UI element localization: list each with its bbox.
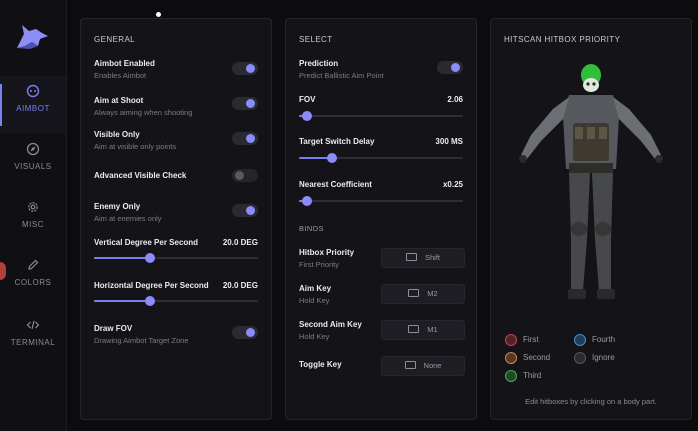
slider-thumb[interactable]	[144, 253, 155, 263]
panel-title: GENERAL	[94, 35, 136, 44]
target-switch-delay-row: Target Switch Delay 300 MS	[299, 137, 463, 163]
select-panel: SELECT Prediction Predict Ballistic Aim …	[285, 18, 477, 420]
nearest-coefficient-slider[interactable]	[299, 196, 463, 206]
panel-title: HITSCAN HITBOX PRIORITY	[504, 35, 621, 44]
target-switch-delay-slider[interactable]	[299, 153, 463, 163]
nav-item-visuals[interactable]: VISUALS	[0, 134, 66, 192]
vertical-degree-row: Vertical Degree Per Second 20.0 DEG	[94, 238, 258, 263]
second-aim-key-button[interactable]: M1	[381, 320, 465, 340]
nav-label: MISC	[22, 220, 44, 229]
hitbox-edit-hint: Edit hitboxes by clicking on a body part…	[525, 397, 657, 406]
visible-only-toggle[interactable]	[232, 132, 258, 145]
wolf-logo-icon	[17, 25, 48, 49]
toggle-key-button[interactable]: None	[381, 356, 465, 376]
prediction-toggle[interactable]	[437, 61, 463, 74]
setting-value: 2.06	[447, 95, 463, 104]
binds-section-label: BINDS	[299, 224, 324, 233]
setting-label: FOV	[299, 95, 316, 104]
nav-item-aimbot[interactable]: AIMBOT	[0, 76, 66, 134]
draw-fov-toggle[interactable]	[232, 326, 258, 339]
legend-label: First	[523, 335, 539, 344]
nav-label: AIMBOT	[16, 104, 50, 113]
bind-row-toggle-key: Toggle Key None	[299, 356, 465, 376]
setting-description: Always aiming when shooting	[94, 108, 193, 117]
aimbot-enabled-toggle[interactable]	[232, 62, 258, 75]
code-icon	[26, 320, 40, 330]
window-indicator-dot	[156, 12, 161, 17]
slider-thumb[interactable]	[326, 153, 337, 163]
keyboard-icon	[404, 361, 416, 369]
legend-label: Fourth	[592, 335, 616, 344]
aim-at-shoot-row: Aim at Shoot Always aiming when shooting	[94, 96, 258, 117]
legend-label: Ignore	[592, 353, 615, 362]
legend-color-dot	[505, 334, 517, 346]
key-value: Shift	[424, 253, 440, 262]
keyboard-icon	[408, 289, 420, 297]
horizontal-degree-row: Horizontal Degree Per Second 20.0 DEG	[94, 281, 258, 306]
fov-row: FOV 2.06	[299, 95, 463, 121]
aimbot-enabled-row: Aimbot Enabled Enables Aimbot	[94, 59, 258, 80]
keyboard-icon	[405, 253, 417, 261]
nearest-coefficient-row: Nearest Coefficient x0.25	[299, 180, 463, 206]
slider-thumb[interactable]	[144, 296, 155, 306]
legend-color-dot	[574, 352, 586, 364]
setting-value: x0.25	[442, 180, 463, 189]
slider-thumb[interactable]	[302, 196, 313, 206]
visible-only-row: Visible Only Aim at visible only points	[94, 130, 258, 151]
hitbox-head[interactable]	[581, 64, 601, 92]
legend-color-dot	[505, 352, 517, 364]
pencil-icon	[28, 259, 39, 270]
legend-color-dot	[505, 370, 517, 382]
hitbox-priority-key-button[interactable]: Shift	[381, 248, 465, 268]
bind-row-second-aim-key: Second Aim Key Hold Key M1	[299, 320, 465, 341]
sidebar: AIMBOT VISUALS MISC COLORS TERMINAL	[0, 0, 67, 431]
key-value: M2	[427, 289, 438, 298]
nav-item-colors[interactable]: COLORS	[0, 250, 66, 308]
key-value: M1	[427, 325, 438, 334]
setting-label: Nearest Coefficient	[299, 180, 372, 189]
panel-title: SELECT	[299, 35, 333, 44]
setting-value: 300 MS	[435, 137, 463, 146]
keyboard-icon	[408, 325, 420, 333]
vertical-degree-slider[interactable]	[94, 253, 258, 263]
advanced-visible-check-row: Advanced Visible Check	[94, 169, 258, 182]
hitbox-torso[interactable]	[563, 95, 619, 173]
bind-row-hitbox-priority: Hitbox Priority First Priority Shift	[299, 248, 465, 269]
prediction-row: Prediction Predict Ballistic Aim Point	[299, 59, 463, 80]
general-panel: GENERAL Aimbot Enabled Enables Aimbot Ai…	[80, 18, 272, 420]
setting-value: 20.0 DEG	[222, 281, 258, 290]
bind-row-aim-key: Aim Key Hold Key M2	[299, 284, 465, 305]
nav-label: COLORS	[14, 278, 52, 287]
gear-icon	[28, 202, 38, 212]
draw-fov-row: Draw FOV Drawing Aimbot Target Zone	[94, 324, 258, 345]
advanced-visible-check-toggle[interactable]	[232, 169, 258, 182]
hitbox-legs[interactable]	[568, 173, 615, 299]
aim-at-shoot-toggle[interactable]	[232, 97, 258, 110]
character-model[interactable]	[511, 59, 671, 309]
nav-item-terminal[interactable]: TERMINAL	[0, 310, 66, 368]
visuals-icon	[26, 142, 40, 156]
fov-slider[interactable]	[299, 111, 463, 121]
slider-thumb[interactable]	[302, 111, 313, 121]
aim-key-button[interactable]: M2	[381, 284, 465, 304]
hitscan-panel: HITSCAN HITBOX PRIORITY First Fourth Sec…	[490, 18, 692, 420]
legend-label: Third	[523, 371, 542, 380]
nav-label: TERMINAL	[10, 338, 56, 347]
nav-item-misc[interactable]: MISC	[0, 192, 66, 250]
setting-value: 20.0 DEG	[222, 238, 258, 247]
horizontal-degree-slider[interactable]	[94, 296, 258, 306]
nav-label: VISUALS	[14, 162, 52, 171]
legend-color-dot	[574, 334, 586, 346]
enemy-only-row: Enemy Only Aim at enemies only	[94, 202, 258, 223]
key-value: None	[423, 361, 442, 370]
legend-label: Second	[523, 353, 551, 362]
aimbot-icon	[26, 84, 40, 98]
enemy-only-toggle[interactable]	[232, 204, 258, 217]
